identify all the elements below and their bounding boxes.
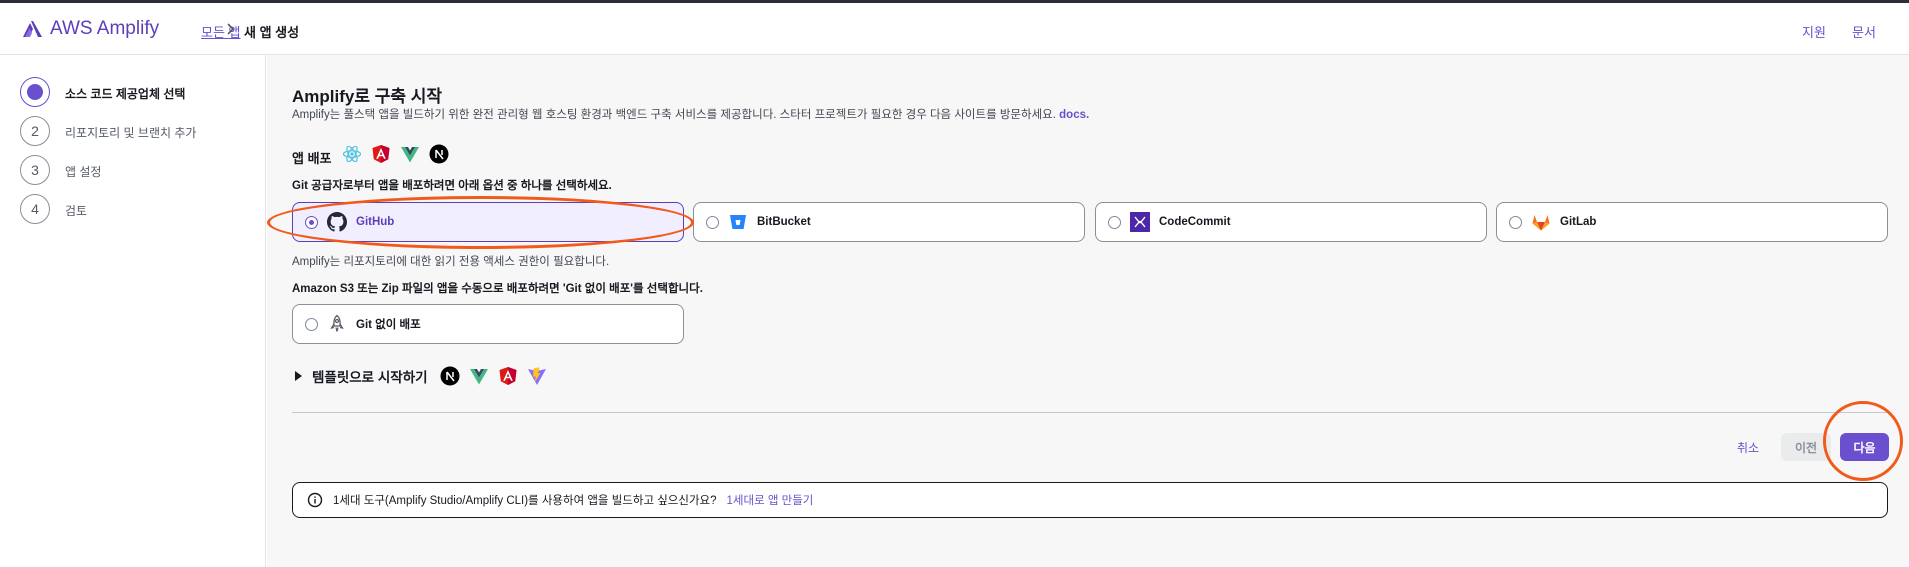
nextjs-icon bbox=[429, 144, 449, 164]
vite-icon bbox=[527, 366, 547, 386]
vue-icon bbox=[469, 366, 489, 386]
vue-icon bbox=[400, 144, 420, 164]
radio-selected[interactable] bbox=[305, 215, 318, 229]
step-label: 소스 코드 제공업체 선택 bbox=[65, 87, 186, 101]
provider-github[interactable]: GitHub bbox=[292, 202, 684, 242]
template-label: 템플릿으로 시작하기 bbox=[312, 370, 428, 385]
s3-instruction: Amazon S3 또는 Zip 파일의 앱을 수동으로 배포하려면 'Git … bbox=[292, 283, 703, 295]
rocket-icon bbox=[327, 314, 347, 334]
caret-right-icon bbox=[295, 371, 302, 381]
react-icon bbox=[342, 144, 362, 164]
step-number: 4 bbox=[20, 194, 50, 224]
support-link[interactable]: 지원 bbox=[1802, 22, 1826, 41]
wizard-steps-sidebar: 소스 코드 제공업체 선택 2 리포지토리 및 브랜치 추가 3 앱 설정 4 … bbox=[0, 55, 266, 567]
template-expander[interactable]: 템플릿으로 시작하기 bbox=[295, 366, 547, 386]
amplify-logo-icon bbox=[20, 17, 44, 41]
provider-label: CodeCommit bbox=[1159, 216, 1231, 228]
info-icon bbox=[307, 492, 323, 508]
deploy-section-title: 앱 배포 bbox=[292, 151, 332, 166]
step-review[interactable]: 4 검토 bbox=[20, 194, 87, 224]
provider-label: GitLab bbox=[1560, 216, 1597, 228]
radio-unselected[interactable] bbox=[1509, 215, 1522, 229]
chevron-right-icon bbox=[218, 17, 242, 41]
docs-link[interactable]: 문서 bbox=[1852, 22, 1876, 41]
template-framework-icons bbox=[440, 366, 547, 386]
codecommit-icon bbox=[1130, 212, 1150, 232]
cancel-button[interactable]: 취소 bbox=[1725, 433, 1771, 461]
amplify-logo[interactable]: AWS Amplify bbox=[20, 17, 159, 41]
angular-icon bbox=[371, 144, 391, 164]
nextjs-icon bbox=[440, 366, 460, 386]
gitlab-icon bbox=[1531, 212, 1551, 232]
next-button[interactable]: 다음 bbox=[1840, 433, 1889, 461]
breadcrumb-current: 새 앱 생성 bbox=[244, 25, 300, 40]
provider-label: BitBucket bbox=[757, 216, 811, 228]
step-app-settings[interactable]: 3 앱 설정 bbox=[20, 155, 101, 185]
radio-unselected[interactable] bbox=[1108, 215, 1121, 229]
top-header: AWS Amplify 모든 앱 새 앱 생성 지원 문서 bbox=[0, 3, 1909, 55]
angular-icon bbox=[498, 366, 518, 386]
step-label: 검토 bbox=[65, 204, 88, 218]
page-title: Amplify로 구축 시작 bbox=[292, 87, 442, 106]
description-text: Amplify는 풀스택 앱을 빌드하기 위한 완전 관리형 웹 호스팅 환경과… bbox=[292, 109, 1056, 121]
git-instruction: Git 공급자로부터 앱을 배포하려면 아래 옵션 중 하나를 선택하세요. bbox=[292, 180, 612, 192]
page-description: Amplify는 풀스택 앱을 빌드하기 위한 완전 관리형 웹 호스팅 환경과… bbox=[292, 106, 1089, 122]
nogit-label: Git 없이 배포 bbox=[356, 319, 421, 331]
step-label: 앱 설정 bbox=[65, 165, 102, 179]
step-number: 3 bbox=[20, 155, 50, 185]
step-repository-branch[interactable]: 2 리포지토리 및 브랜치 추가 bbox=[20, 116, 196, 146]
provider-bitbucket[interactable]: BitBucket bbox=[693, 202, 1085, 242]
provider-gitlab[interactable]: GitLab bbox=[1496, 202, 1888, 242]
framework-icons bbox=[342, 144, 449, 164]
step-indicator-active bbox=[20, 77, 50, 107]
step-dot bbox=[27, 84, 43, 100]
step-number: 2 bbox=[20, 116, 50, 146]
step-label: 리포지토리 및 브랜치 추가 bbox=[65, 126, 197, 140]
previous-button[interactable]: 이전 bbox=[1781, 433, 1831, 461]
section-divider bbox=[292, 412, 1888, 413]
logo-text: AWS Amplify bbox=[50, 18, 160, 39]
access-note: Amplify는 리포지토리에 대한 읽기 전용 액세스 권한이 필요합니다. bbox=[292, 256, 610, 268]
provider-label: GitHub bbox=[356, 216, 395, 228]
provider-codecommit[interactable]: CodeCommit bbox=[1095, 202, 1487, 242]
deploy-without-git-option[interactable]: Git 없이 배포 bbox=[292, 304, 684, 344]
info-text: 1세대 도구(Amplify Studio/Amplify CLI)를 사용하여… bbox=[333, 495, 717, 507]
bitbucket-icon bbox=[728, 212, 748, 232]
github-icon bbox=[327, 212, 347, 232]
gen1-create-link[interactable]: 1세대로 앱 만들기 bbox=[727, 492, 814, 508]
radio-unselected[interactable] bbox=[706, 215, 719, 229]
gen1-info-banner: 1세대 도구(Amplify Studio/Amplify CLI)를 사용하여… bbox=[292, 482, 1888, 518]
radio-unselected[interactable] bbox=[305, 317, 318, 331]
step-source-provider[interactable]: 소스 코드 제공업체 선택 bbox=[20, 77, 185, 107]
docs-inline-link[interactable]: docs. bbox=[1059, 109, 1089, 121]
